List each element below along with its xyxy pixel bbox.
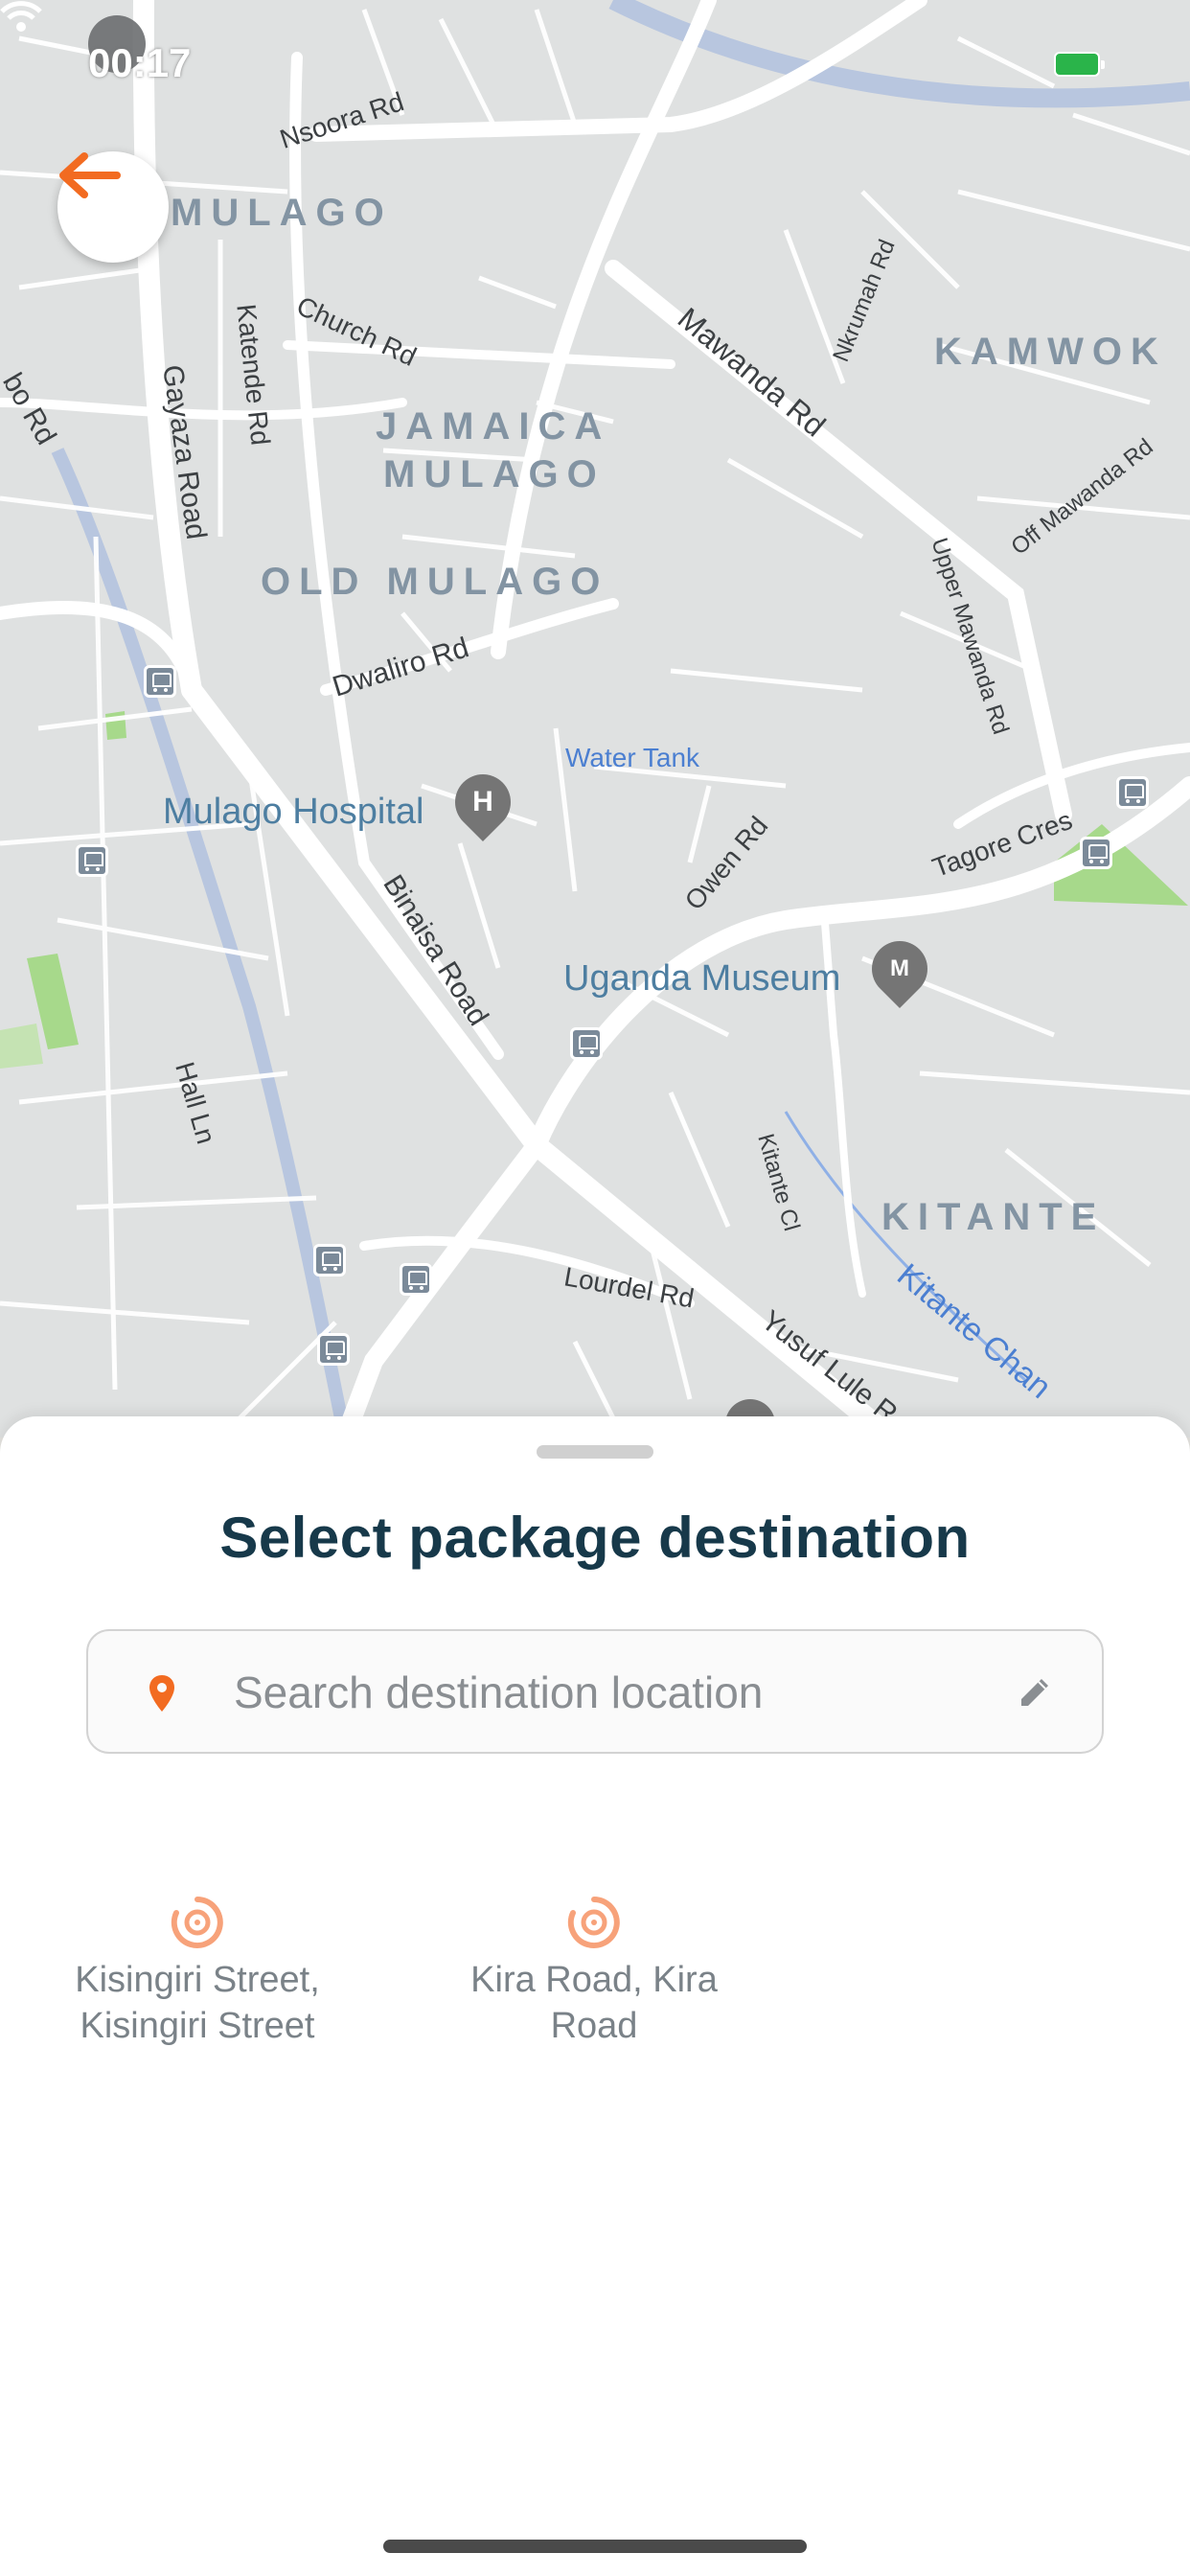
sheet-title: Select package destination [219, 1506, 971, 1570]
recent-location-label: Kisingiri Street, Kisingiri Street [75, 1960, 320, 2046]
arrow-left-icon [59, 152, 121, 198]
search-input[interactable] [232, 1660, 1021, 1725]
bus-stop-icon[interactable] [317, 1333, 350, 1366]
pencil-icon[interactable] [1016, 1673, 1054, 1712]
area-label-old-mulago: OLD MULAGO [261, 561, 609, 603]
history-icon [171, 1897, 223, 1948]
bus-stop-icon[interactable] [1116, 776, 1149, 809]
hospital-pin-icon[interactable]: H [443, 762, 523, 842]
museum-pin-icon[interactable]: M [859, 929, 940, 1009]
poi-label-water-tank: Water Tank [565, 743, 700, 772]
bus-stop-icon[interactable] [144, 665, 176, 698]
poi-label-uganda-museum[interactable]: Uganda Museum [563, 958, 840, 1000]
area-label-jamaica-mulago: MULAGO [383, 453, 606, 495]
home-indicator [383, 2540, 807, 2553]
area-label-mulago: MULAGO [171, 192, 393, 234]
area-label-kamwokya: KAMWOK [934, 331, 1167, 373]
area-label-jamaica: JAMAICA [376, 405, 611, 448]
poi-label-mulago-hospital[interactable]: Mulago Hospital [163, 792, 423, 833]
bus-stop-icon[interactable] [76, 844, 108, 877]
recent-location-item[interactable]: Kisingiri Street, Kisingiri Street [54, 1896, 341, 2049]
bus-stop-icon[interactable] [313, 1244, 346, 1276]
bus-stop-icon[interactable] [570, 1027, 603, 1060]
battery-icon [1054, 52, 1105, 77]
history-icon [567, 1897, 620, 1948]
status-time: 00:17 [88, 40, 192, 85]
map-view[interactable]: MULAGO KAMWOK JAMAICA MULAGO OLD MULAGO … [0, 0, 1190, 1438]
destination-search-field[interactable] [86, 1629, 1104, 1754]
location-pin-icon [149, 1675, 174, 1712]
wifi-icon [0, 1, 42, 32]
bus-stop-icon[interactable] [1080, 837, 1112, 869]
area-label-kitante: KITANTE [881, 1196, 1106, 1238]
bus-stop-icon[interactable] [400, 1263, 432, 1296]
recent-location-label: Kira Road, Kira Road [470, 1960, 718, 2046]
back-button[interactable] [57, 151, 169, 263]
recent-location-item[interactable]: Kira Road, Kira Road [450, 1896, 738, 2049]
destination-bottom-sheet: Select package destination Kisingiri Str… [0, 1416, 1190, 2576]
drag-handle[interactable] [537, 1445, 653, 1459]
